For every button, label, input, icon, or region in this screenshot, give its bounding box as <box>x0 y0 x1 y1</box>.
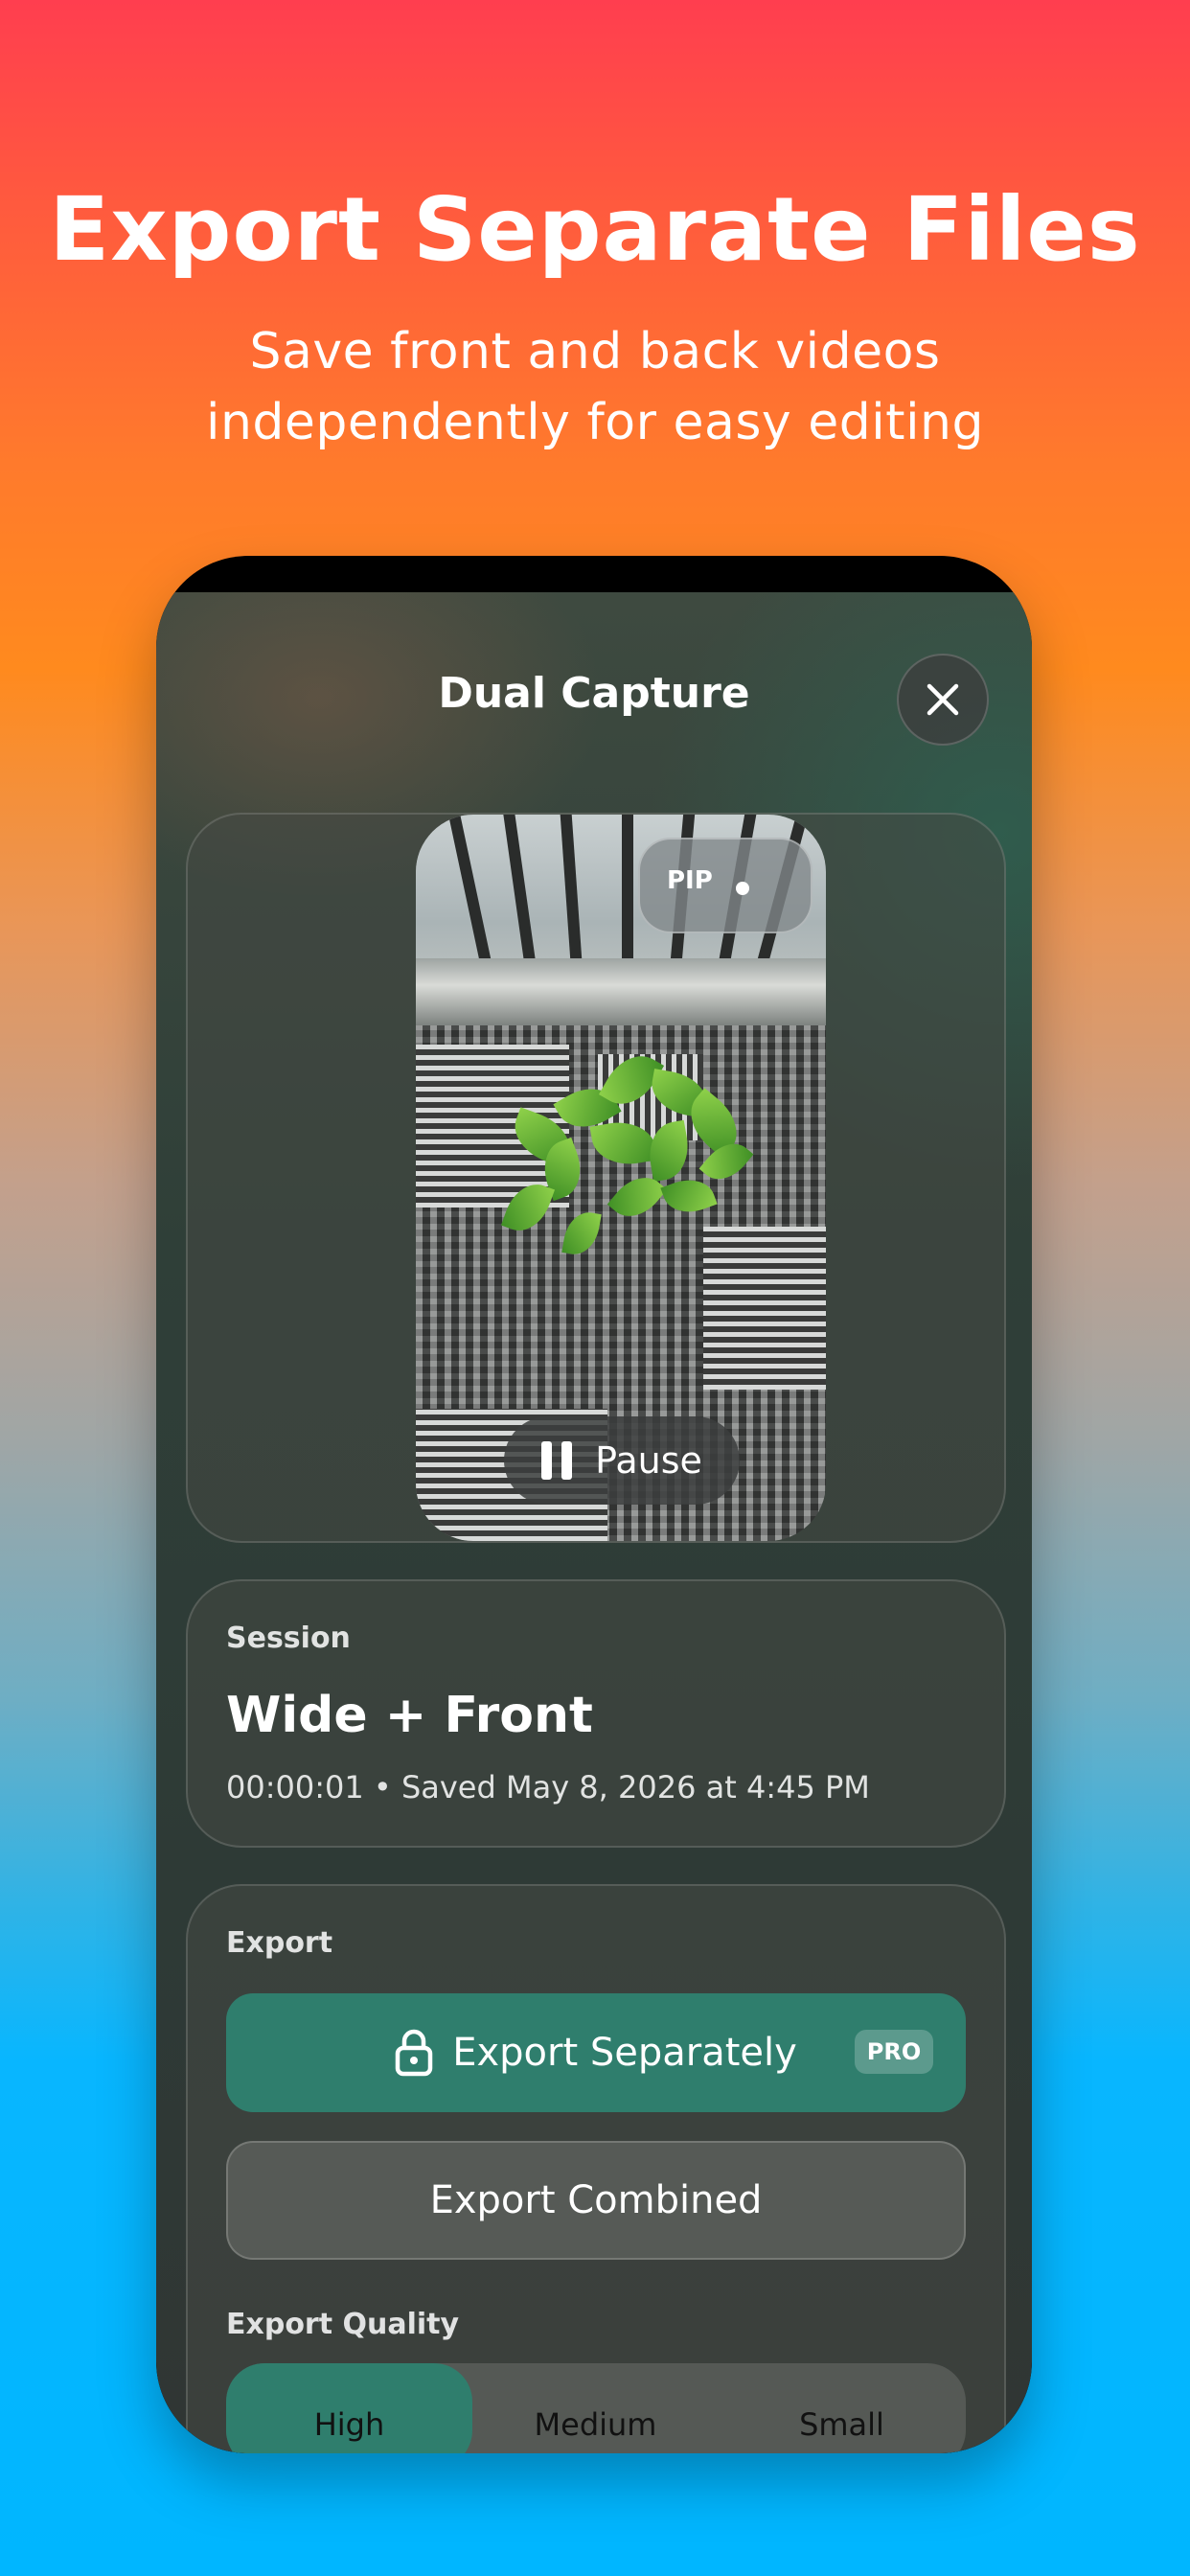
pause-button[interactable]: Pause <box>504 1416 740 1505</box>
pip-toggle[interactable]: PIP <box>638 838 812 933</box>
camera-preview: PIP Pause <box>416 815 826 1541</box>
export-combined-button[interactable]: Export Combined <box>226 2141 966 2260</box>
app-screen: Dual Capture PIP Pause Session Wide + Fr… <box>156 592 1032 2453</box>
pause-icon <box>541 1441 573 1480</box>
headline: Export Separate Files <box>49 178 1141 281</box>
subline: Save front and back videos independently… <box>206 323 984 451</box>
quality-option-medium[interactable]: Medium <box>472 2363 719 2453</box>
session-card: Session Wide + Front 00:00:01 • Saved Ma… <box>186 1579 1006 1848</box>
pip-label: PIP <box>667 866 713 895</box>
export-separately-button[interactable]: Export Separately PRO <box>226 1993 966 2112</box>
quality-option-high[interactable]: High <box>226 2363 472 2453</box>
quality-segmented-control: High Medium Small <box>226 2363 966 2453</box>
pip-dot-icon <box>736 882 749 895</box>
session-name: Wide + Front <box>226 1687 593 1744</box>
export-label: Export <box>226 1926 333 1960</box>
pro-badge: PRO <box>855 2030 933 2074</box>
phone-frame: Dual Capture PIP Pause Session Wide + Fr… <box>156 556 1032 2453</box>
export-combined-label: Export Combined <box>429 2178 763 2222</box>
pause-label: Pause <box>595 1439 702 1482</box>
export-quality-label: Export Quality <box>226 2308 460 2341</box>
lock-icon <box>395 2029 433 2077</box>
close-button[interactable] <box>897 654 989 746</box>
export-card: Export Export Separately PRO Export Comb… <box>186 1884 1006 2453</box>
session-meta: 00:00:01 • Saved May 8, 2026 at 4:45 PM <box>226 1769 870 1806</box>
preview-card: PIP Pause <box>186 813 1006 1543</box>
export-separately-label: Export Separately <box>452 2031 797 2075</box>
session-label: Session <box>226 1622 351 1655</box>
quality-option-small[interactable]: Small <box>719 2363 965 2453</box>
close-icon <box>927 683 959 716</box>
